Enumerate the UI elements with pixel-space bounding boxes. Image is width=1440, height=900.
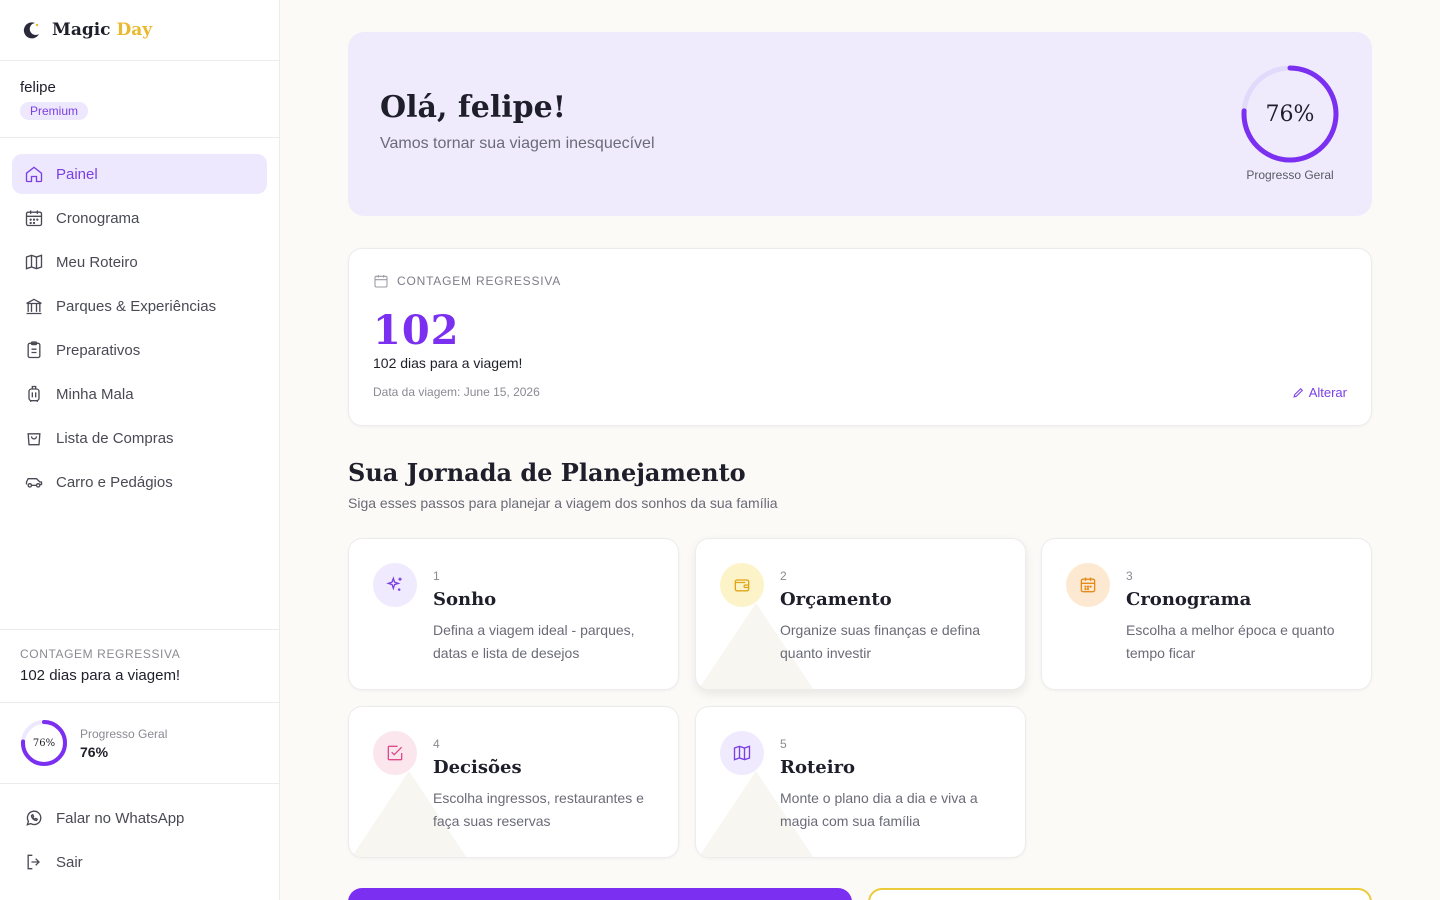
step-description: Defina a viagem ideal - parques, datas e… xyxy=(433,622,635,661)
pencil-icon xyxy=(1293,387,1303,398)
logout-label: Sair xyxy=(56,853,83,871)
step-icon-circle xyxy=(373,563,417,607)
sidebar-item-parques[interactable]: Parques & Experiências xyxy=(12,286,267,326)
step-title: Decisões xyxy=(433,757,522,778)
sidebar-item-label: Meu Roteiro xyxy=(56,253,138,271)
sidebar-countdown: CONTAGEM REGRESSIVA 102 dias para a viag… xyxy=(0,629,279,703)
sidebar-countdown-label: CONTAGEM REGRESSIVA xyxy=(20,647,181,661)
brand-name: Magic Day xyxy=(52,20,152,40)
step-description: Organize suas finanças e defina quanto i… xyxy=(780,622,981,661)
step-title: Roteiro xyxy=(780,757,856,778)
clipboard-icon xyxy=(27,341,41,359)
sidebar: Magic Day felipe Premium Painel Cronogra… xyxy=(0,0,280,900)
car-icon xyxy=(25,478,43,488)
step-description: Escolha ingressos, restaurantes e faça s… xyxy=(433,790,644,829)
step-icon-circle xyxy=(373,731,417,775)
sidebar-item-label: Cronograma xyxy=(56,209,140,227)
sidebar-progress-value: 76% xyxy=(80,743,109,760)
plan-badge: Premium xyxy=(20,102,89,120)
step-number: 4 xyxy=(433,737,440,751)
promo-card-purple[interactable] xyxy=(348,888,852,900)
countdown-card: CONTAGEM REGRESSIVA 102 102 dias para a … xyxy=(348,248,1372,426)
sidebar-item-label: Preparativos xyxy=(56,341,141,359)
calendar-icon xyxy=(1080,577,1096,593)
journey-subtitle: Siga esses passos para planejar a viagem… xyxy=(348,495,778,511)
sidebar-progress: 76% Progresso Geral 76% xyxy=(0,703,279,784)
countdown-header: CONTAGEM REGRESSIVA xyxy=(373,273,561,289)
step-title: Cronograma xyxy=(1126,589,1252,610)
map-icon xyxy=(733,745,751,761)
sidebar-item-minha-mala[interactable]: Minha Mala xyxy=(12,374,267,414)
sidebar-item-cronograma[interactable]: Cronograma xyxy=(12,198,267,238)
sidebar-countdown-value: 102 dias para a viagem! xyxy=(20,667,181,684)
logout-icon xyxy=(27,854,40,870)
journey-step-sonho[interactable]: 1 Sonho Defina a viagem ideal - parques,… xyxy=(348,538,679,690)
step-title: Sonho xyxy=(433,589,497,610)
calendar-icon xyxy=(25,210,43,227)
sidebar-item-label: Lista de Compras xyxy=(56,429,174,447)
journey-title: Sua Jornada de Planejamento xyxy=(348,458,746,487)
step-number: 5 xyxy=(780,737,787,751)
shopping-bag-icon xyxy=(27,433,41,446)
edit-date-label: Alterar xyxy=(1308,385,1347,400)
step-icon-circle xyxy=(1066,563,1110,607)
trip-date: Data da viagem: June 15, 2026 xyxy=(373,385,540,399)
sparkles-icon xyxy=(386,576,402,591)
step-title: Orçamento xyxy=(780,589,892,610)
countdown-header-label: CONTAGEM REGRESSIVA xyxy=(397,274,562,288)
whatsapp-label: Falar no WhatsApp xyxy=(56,809,185,827)
brand-name-accent: Day xyxy=(116,20,153,40)
step-description: Monte o plano dia a dia e viva a magia c… xyxy=(780,790,978,829)
sidebar-item-painel[interactable]: Painel xyxy=(12,154,267,194)
landmark-icon xyxy=(26,298,42,315)
overall-progress-label: Progresso Geral xyxy=(1246,168,1334,182)
moon-icon xyxy=(23,22,39,39)
overall-progress-text: 76% xyxy=(1265,101,1315,127)
home-icon xyxy=(25,166,43,183)
sidebar-progress-ring-text: 76% xyxy=(32,737,56,749)
calendar-icon xyxy=(374,275,388,288)
sidebar-progress-ring: 76% xyxy=(20,719,68,767)
overall-progress-ring: 76% xyxy=(1238,62,1342,166)
sidebar-item-label: Parques & Experiências xyxy=(56,297,217,315)
greeting-title: Olá, felipe! xyxy=(380,90,566,125)
sidebar-footer: Falar no WhatsApp Sair xyxy=(12,798,268,886)
edit-date-button[interactable]: Alterar xyxy=(1292,385,1347,400)
promo-card-gold[interactable] xyxy=(868,888,1372,900)
step-description: Escolha a melhor época e quanto tempo fi… xyxy=(1126,622,1335,661)
sidebar-item-label: Painel xyxy=(56,165,98,183)
step-icon-circle xyxy=(720,563,764,607)
sidebar-item-carro-pedagios[interactable]: Carro e Pedágios xyxy=(12,462,267,502)
sidebar-item-label: Minha Mala xyxy=(56,385,134,403)
step-number: 1 xyxy=(433,569,440,583)
map-icon xyxy=(25,254,43,270)
whatsapp-button[interactable]: Falar no WhatsApp xyxy=(12,798,268,838)
user-name: felipe xyxy=(20,79,56,96)
step-number: 3 xyxy=(1126,569,1133,583)
sidebar-item-label: Carro e Pedágios xyxy=(56,473,173,491)
greeting-subtitle: Vamos tornar sua viagem inesquecível xyxy=(380,135,655,152)
luggage-icon xyxy=(28,385,40,402)
sidebar-item-meu-roteiro[interactable]: Meu Roteiro xyxy=(12,242,267,282)
wallet-icon xyxy=(734,579,750,592)
step-number: 2 xyxy=(780,569,787,583)
logout-button[interactable]: Sair xyxy=(12,842,268,882)
countdown-days-number: 102 xyxy=(373,307,460,354)
user-card: felipe Premium xyxy=(0,61,279,138)
sidebar-nav: Painel Cronograma Meu Roteiro Parques & … xyxy=(0,138,279,502)
brand-name-main: Magic xyxy=(52,20,111,40)
whatsapp-icon xyxy=(26,810,42,826)
step-icon-circle xyxy=(720,731,764,775)
check-square-icon xyxy=(387,745,403,761)
journey-step-orcamento[interactable]: 2 Orçamento Organize suas finanças e def… xyxy=(695,538,1026,690)
brand-logo[interactable]: Magic Day xyxy=(0,0,279,61)
countdown-days-text: 102 dias para a viagem! xyxy=(373,355,523,371)
sidebar-item-preparativos[interactable]: Preparativos xyxy=(12,330,267,370)
welcome-hero: Olá, felipe! Vamos tornar sua viagem ine… xyxy=(348,32,1372,216)
journey-step-roteiro[interactable]: 5 Roteiro Monte o plano dia a dia e viva… xyxy=(695,706,1026,858)
sidebar-progress-label: Progresso Geral xyxy=(80,726,168,741)
journey-step-cronograma[interactable]: 3 Cronograma Escolha a melhor época e qu… xyxy=(1041,538,1372,690)
sidebar-item-lista-compras[interactable]: Lista de Compras xyxy=(12,418,267,458)
journey-step-decisoes[interactable]: 4 Decisões Escolha ingressos, restaurant… xyxy=(348,706,679,858)
